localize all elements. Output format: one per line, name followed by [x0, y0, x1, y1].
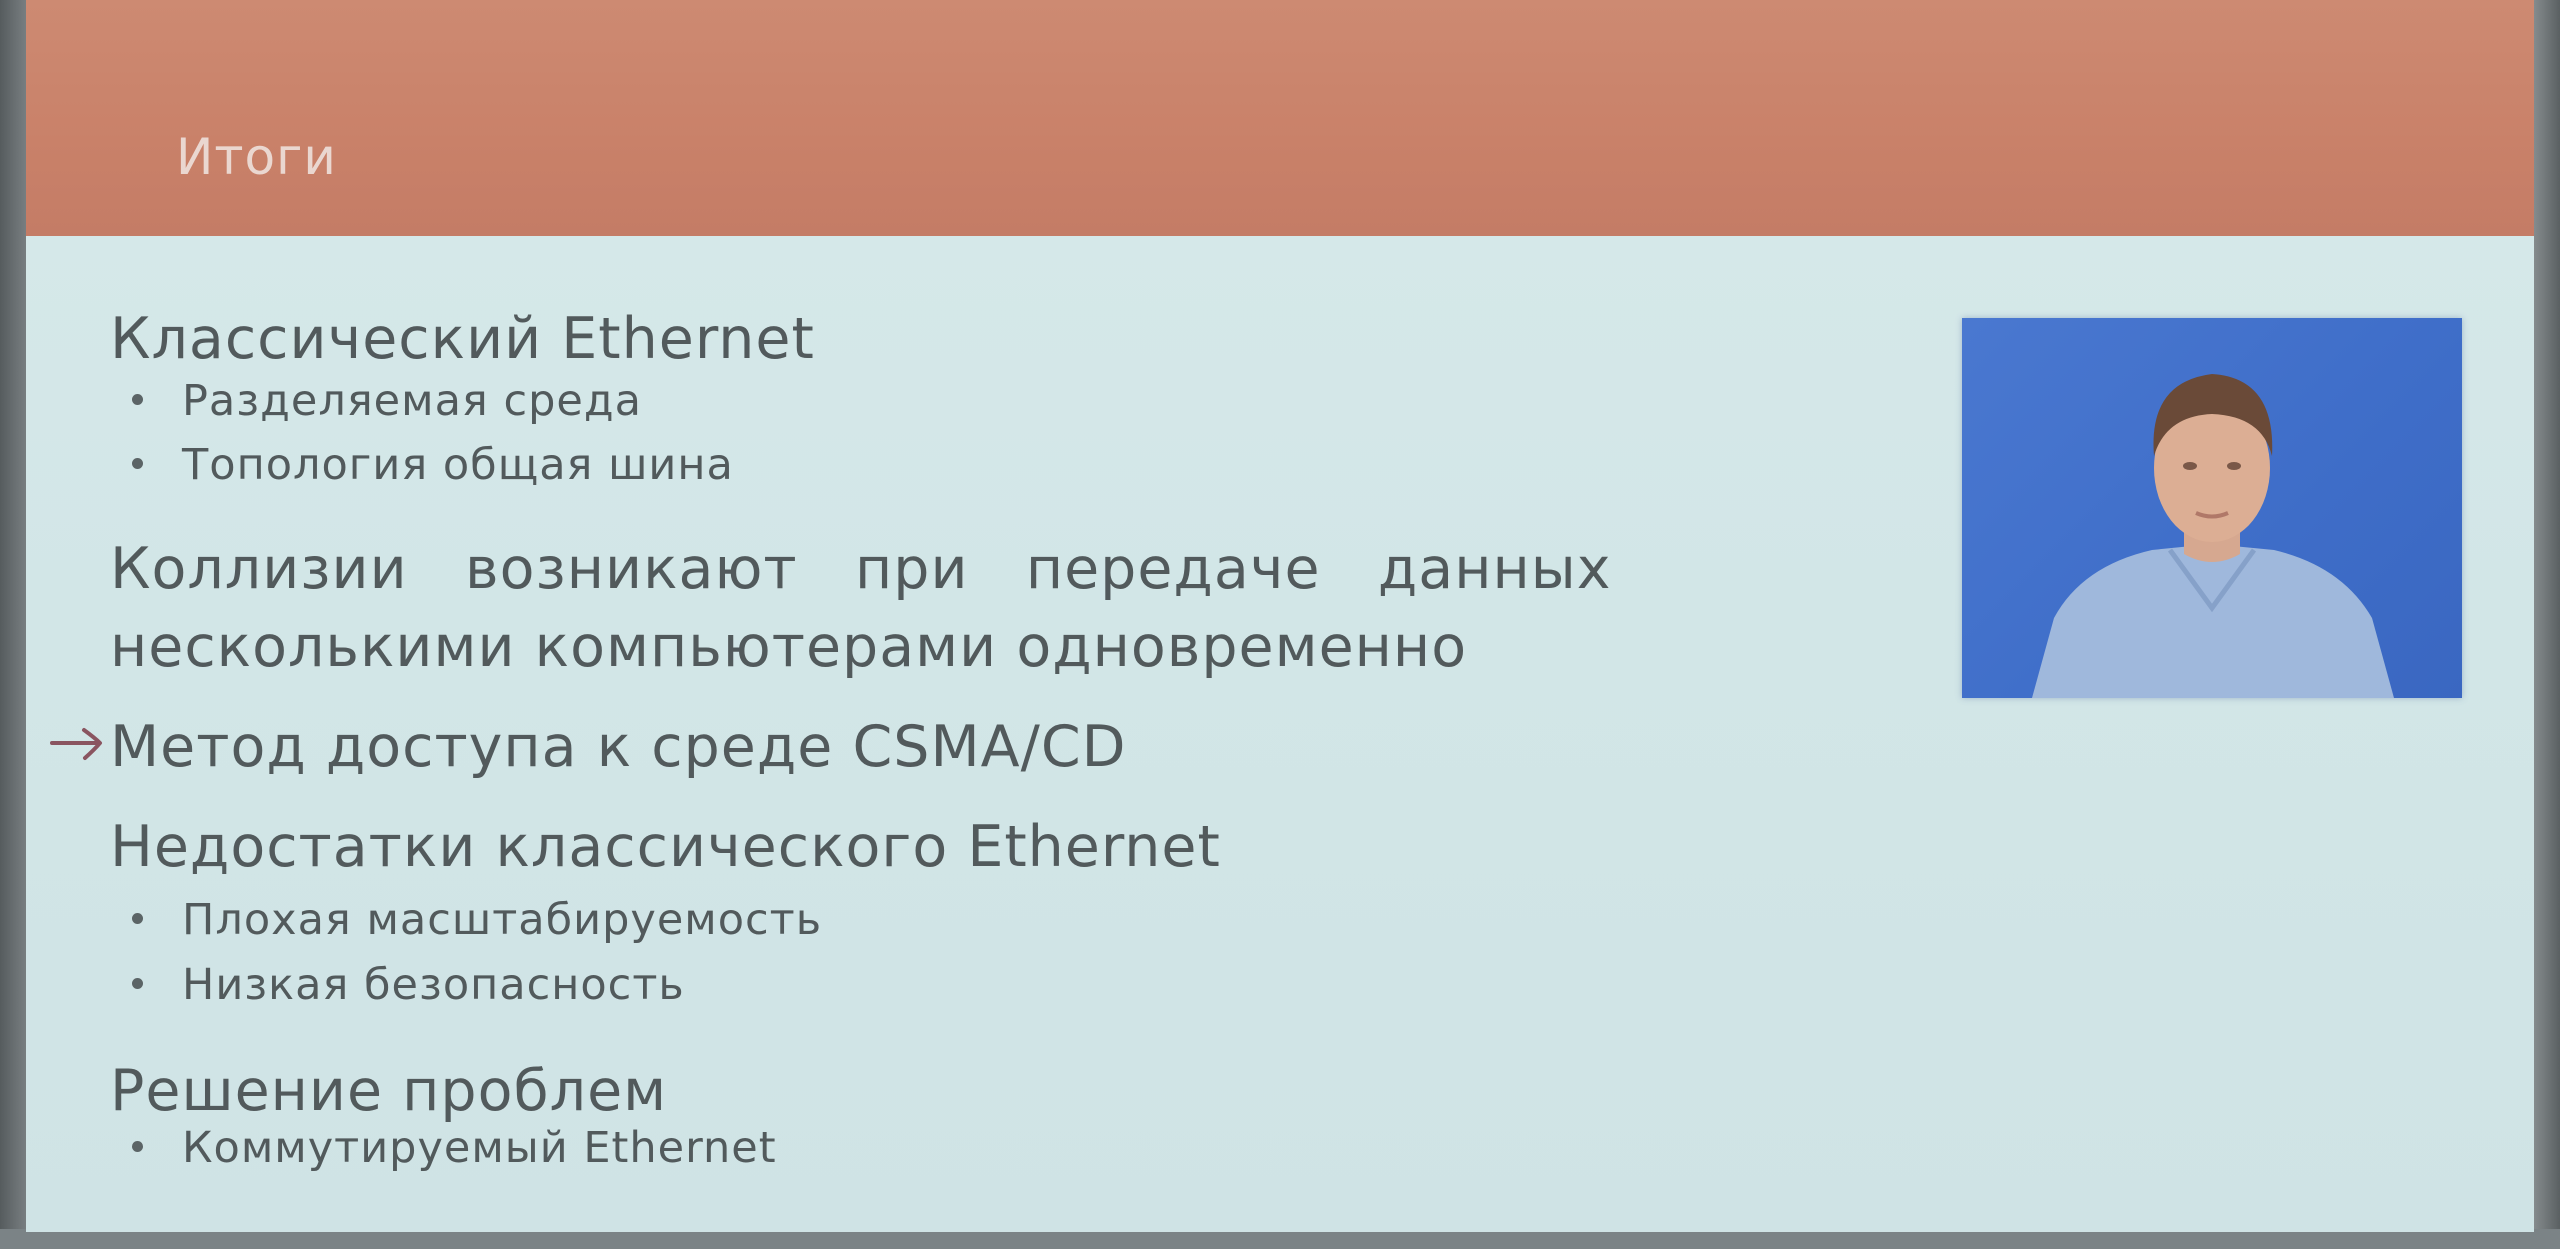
bullet-dot — [132, 978, 143, 990]
lecturer-video-inset — [1962, 318, 2462, 698]
lecturer-figure — [2032, 374, 2394, 698]
slide-header: Итоги — [26, 0, 2534, 236]
wall-bottom — [0, 1229, 2560, 1249]
bullet-switched-ethernet: Коммутируемый Ethernet — [110, 1123, 777, 1173]
bullet-dot — [132, 394, 143, 406]
bullet-poor-scalability: Плохая масштабируемость — [110, 895, 822, 945]
arrow-icon — [50, 728, 102, 760]
heading-collisions-line1: Коллизии возникают при передаче данных — [110, 536, 1612, 602]
heading-csma-cd: Метод доступа к среде CSMA/CD — [110, 714, 1127, 780]
bullet-bus-topology: Топология общая шина — [110, 440, 734, 490]
bullet-low-security: Низкая безопасность — [110, 960, 685, 1010]
heading-classic-ethernet: Классический Ethernet — [110, 306, 815, 372]
presentation-slide: Итоги Классический Ethernet Разделяемая … — [26, 0, 2534, 1232]
heading-solution: Решение проблем — [110, 1058, 668, 1124]
wall-right — [2530, 0, 2560, 1249]
bullet-dot — [132, 1141, 143, 1153]
bullet-shared-medium: Разделяемая среда — [110, 376, 642, 426]
heading-drawbacks: Недостатки классического Ethernet — [110, 814, 1221, 880]
bullet-dot — [132, 458, 143, 470]
heading-collisions-line2: несколькими компьютерами одновременно — [110, 614, 1468, 680]
bullet-dot — [132, 913, 143, 925]
slide-title: Итоги — [176, 128, 337, 186]
